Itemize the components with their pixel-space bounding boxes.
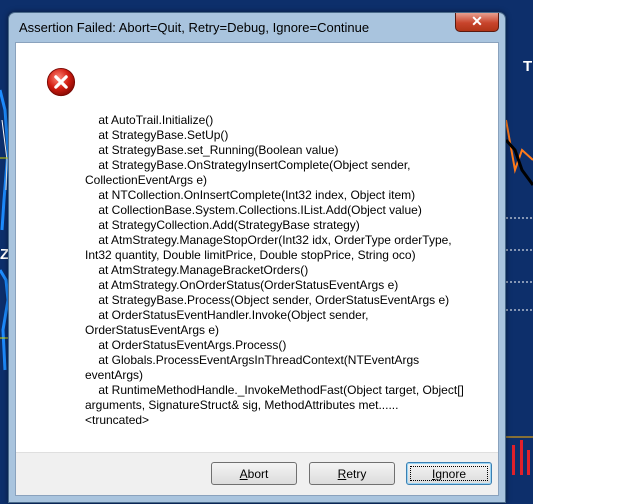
desktop-background — [533, 0, 640, 504]
button-bar: Abort Retry Ignore — [16, 452, 498, 495]
message-line: at CollectionBase.System.Collections.ILi… — [85, 203, 422, 217]
message-line: at AutoTrail.Initialize() — [85, 113, 214, 127]
message-line: Int32 quantity, Double limitPrice, Doubl… — [85, 248, 416, 262]
message-line: at StrategyBase.SetUp() — [85, 128, 229, 142]
focus-rectangle — [410, 466, 488, 481]
abort-label: bort — [247, 467, 269, 481]
title-bar[interactable]: Assertion Failed: Abort=Quit, Retry=Debu… — [9, 13, 505, 41]
message-line: at AtmStrategy.ManageBracketOrders() — [85, 263, 309, 277]
message-line: at OrderStatusEventArgs.Process() — [85, 338, 287, 352]
message-line: at StrategyBase.set_Running(Boolean valu… — [85, 143, 339, 157]
dialog-body: at AutoTrail.Initialize() at StrategyBas… — [15, 42, 499, 496]
message-line: at OrderStatusEventHandler.Invoke(Object… — [85, 308, 369, 322]
message-line: <truncated> — [85, 413, 150, 427]
message-line: at RuntimeMethodHandle._InvokeMethodFast… — [85, 383, 464, 397]
assertion-dialog: Assertion Failed: Abort=Quit, Retry=Debu… — [8, 12, 506, 503]
message-line: CollectionEventArgs e) — [85, 173, 208, 187]
message-line: at AtmStrategy.ManageStopOrder(Int32 idx… — [85, 233, 452, 247]
message-line: OrderStatusEventArgs e) — [85, 323, 220, 337]
message-line: at StrategyCollection.Add(StrategyBase s… — [85, 218, 360, 232]
dialog-title: Assertion Failed: Abort=Quit, Retry=Debu… — [19, 20, 370, 35]
message-line: at StrategyBase.OnStrategyInsertComplete… — [85, 158, 411, 172]
abort-accelerator: A — [239, 467, 248, 481]
message-line: at AtmStrategy.OnOrderStatus(OrderStatus… — [85, 278, 399, 292]
message-line: at Globals.ProcessEventArgsInThreadConte… — [85, 353, 420, 367]
close-button[interactable]: ✕ — [455, 13, 499, 32]
chart-side-label: T — [523, 58, 533, 75]
message-line: at NTCollection.OnInsertComplete(Int32 i… — [85, 188, 416, 202]
retry-label: etry — [346, 467, 367, 481]
ignore-button[interactable]: Ignore — [406, 462, 492, 485]
message-line: arguments, SignatureStruct& sig, MethodA… — [85, 398, 399, 412]
message-line: eventArgs) — [85, 368, 144, 382]
message-line: at StrategyBase.Process(Object sender, O… — [85, 293, 450, 307]
retry-button[interactable]: Retry — [309, 462, 395, 485]
abort-button[interactable]: Abort — [211, 462, 297, 485]
error-icon — [46, 67, 76, 97]
stack-trace-message: at AutoTrail.Initialize() at StrategyBas… — [85, 113, 485, 428]
